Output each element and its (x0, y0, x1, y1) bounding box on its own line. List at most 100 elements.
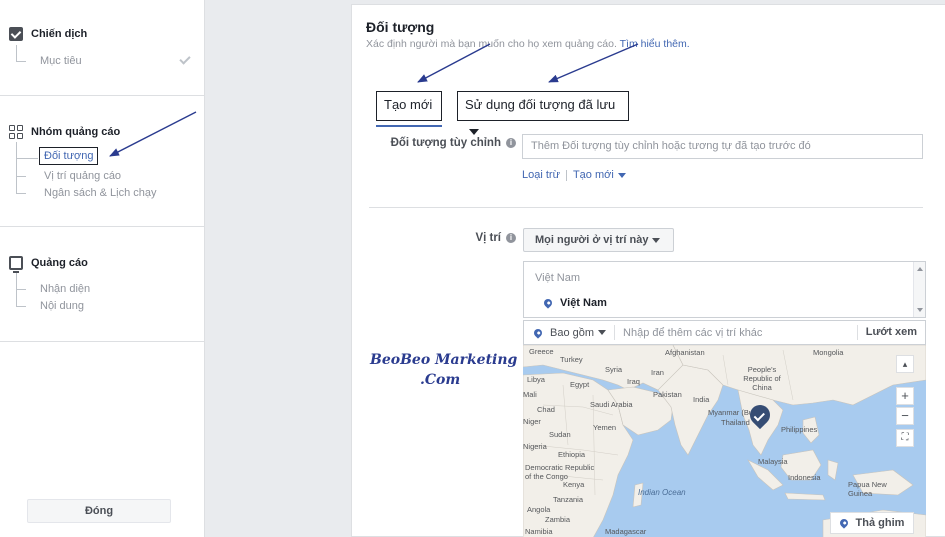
tab-saved-label: Sử dụng đối tượng đã lưu (465, 97, 616, 112)
info-icon[interactable]: i (506, 233, 516, 243)
sidebar-item-adset[interactable]: Nhóm quảng cáo (9, 125, 120, 139)
map-label: Indonesia (788, 473, 821, 482)
map-label-ocean: Indian Ocean (638, 488, 686, 497)
map-label: Iraq (627, 377, 640, 386)
chevron-down-icon (617, 172, 626, 178)
custom-audience-input[interactable]: Thêm Đối tượng tùy chỉnh hoặc tương tự đ… (522, 134, 923, 159)
watermark: BeoBeo Marketing .Com (370, 350, 517, 390)
scroll-down-icon[interactable] (917, 308, 923, 312)
link-separator (565, 169, 567, 181)
close-button[interactable]: Đóng (27, 499, 171, 523)
tab-create-new[interactable]: Tạo mới (376, 91, 442, 127)
watermark-line2: .Com (420, 372, 461, 388)
location-pin-icon (837, 517, 850, 529)
location-type-label: Mọi người ở vị trí này (535, 234, 649, 246)
sidebar-item-budget-schedule[interactable]: Ngân sách & Lịch chạy (44, 187, 157, 199)
campaign-checkbox-icon (9, 27, 23, 41)
sidebar-item-campaign[interactable]: Chiến dịch (9, 27, 87, 41)
watermark-line1: BeoBeo Marketing (370, 352, 518, 368)
map-label: Madagascar (605, 527, 647, 536)
sidebar-section-ad: Quảng cáo Nhận diện Nội dung (0, 227, 204, 342)
sidebar-item-objective[interactable]: Mục tiêu (40, 55, 82, 67)
map-label: Niger (523, 417, 541, 426)
custom-audience-label: Đối tượng tùy chỉnh i (391, 137, 516, 149)
sidebar-item-identity[interactable]: Nhận diện (40, 283, 90, 295)
scroll-up-icon[interactable] (917, 267, 923, 271)
map-label: Papua New Guinea (848, 480, 887, 498)
audience-panel: Đối tượng Xác định người mà bạn muốn cho… (351, 4, 945, 537)
include-label: Bao gồm (550, 326, 595, 339)
ad-monitor-icon (9, 256, 23, 273)
description-text: Xác định người mà bạn muốn cho họ xem qu… (366, 38, 617, 50)
map-label: Turkey (560, 355, 583, 364)
map-label: Mali (523, 390, 537, 399)
selected-location-item[interactable]: Việt Nam (542, 297, 607, 309)
tree-tick (16, 306, 26, 307)
map-label: Zambia (545, 515, 571, 524)
map-label: Saudi Arabia (590, 400, 633, 409)
location-search-row: Bao gồm Nhập để thêm các vị trí khác Lướ… (523, 320, 926, 345)
map-label: Syria (605, 365, 623, 374)
adset-grid-icon (9, 125, 23, 139)
sidebar-item-content[interactable]: Nội dung (40, 300, 84, 312)
map-label: Egypt (570, 380, 590, 389)
include-dropdown[interactable]: Bao gồm (524, 325, 616, 340)
chevron-down-icon (469, 128, 479, 135)
drop-pin-button[interactable]: Thả ghim (830, 512, 914, 534)
sidebar-section-adset: Nhóm quảng cáo Đối tượng Vị trí quảng cá… (0, 96, 204, 227)
location-map[interactable]: Greece Turkey Syria Iraq Iran Afghanista… (523, 345, 926, 537)
map-label: Greece (529, 347, 554, 356)
location-search-input[interactable]: Nhập để thêm các vị trí khác (615, 327, 857, 339)
exclude-link[interactable]: Loại trừ (522, 169, 560, 181)
map-label: Yemen (593, 423, 617, 432)
location-group-label: Việt Nam (535, 272, 581, 284)
info-icon[interactable]: i (506, 138, 516, 148)
zoom-out-icon[interactable]: − (896, 407, 914, 425)
learn-more-link[interactable]: Tìm hiểu thêm. (620, 38, 690, 50)
zoom-in-icon[interactable]: + (896, 387, 914, 405)
map-label: Sudan (549, 430, 571, 439)
map-label: Thailand (721, 418, 750, 427)
create-new-link[interactable]: Tạo mới (573, 169, 614, 181)
sidebar-item-ad[interactable]: Quảng cáo (9, 256, 88, 273)
location-pin-icon (542, 297, 554, 309)
sidebar-item-placement[interactable]: Vị trí quảng cáo (44, 170, 121, 182)
map-label: Iran (651, 368, 664, 377)
map-label: Tanzania (553, 495, 584, 504)
map-label: Democratic Republic of the Congo (525, 463, 595, 481)
scrollbar[interactable] (913, 262, 925, 317)
map-label: Afghanistan (665, 348, 705, 357)
location-pin-icon (532, 326, 544, 339)
chevron-down-icon (598, 330, 607, 335)
location-type-dropdown[interactable]: Mọi người ở vị trí này (523, 228, 674, 252)
tree-tick (16, 176, 26, 177)
map-label: Pakistan (653, 390, 682, 399)
location-label: Vị trí i (475, 232, 516, 244)
map-label: Chad (537, 405, 555, 414)
section-divider (369, 207, 923, 208)
map-land-shapes (523, 345, 926, 537)
map-collapse-icon[interactable]: ▴ (896, 355, 914, 373)
map-label: India (693, 395, 710, 404)
drop-pin-label: Thả ghim (855, 517, 905, 529)
map-label: Mongolia (813, 348, 844, 357)
chevron-down-icon (652, 237, 661, 243)
sidebar-campaign-label: Chiến dịch (31, 28, 88, 40)
selected-location-text: Việt Nam (560, 297, 607, 309)
map-label: Angola (527, 505, 551, 514)
map-label: Libya (527, 375, 545, 384)
tree-tick (16, 61, 26, 62)
tree-line (16, 142, 17, 193)
sidebar-section-campaign: Chiến dịch Mục tiêu (0, 0, 204, 96)
map-label: Nigeria (523, 442, 547, 451)
fullscreen-icon[interactable]: ⛶ (896, 429, 914, 447)
map-label: Namibia (525, 527, 553, 536)
map-label: Kenya (563, 480, 585, 489)
browse-button[interactable]: Lướt xem (856, 325, 925, 340)
map-label: People's Republic of China (743, 365, 781, 392)
custom-audience-links: Loại trừ Tạo mới (522, 169, 626, 181)
section-title: Đối tượng (366, 19, 435, 35)
tab-use-saved-audience[interactable]: Sử dụng đối tượng đã lưu (457, 91, 629, 135)
objective-check-icon (179, 53, 191, 65)
sidebar-item-audience[interactable]: Đối tượng (39, 147, 99, 165)
